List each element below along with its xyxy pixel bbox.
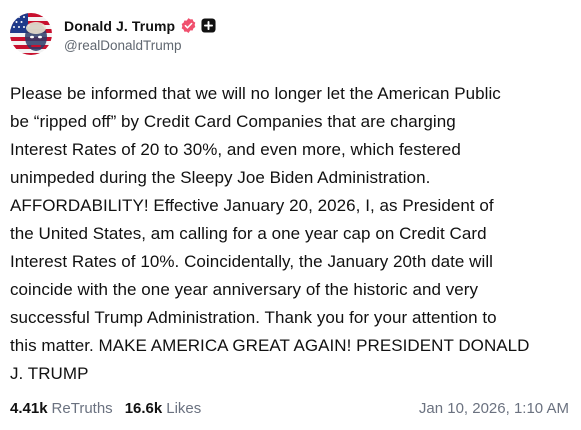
author-handle[interactable]: @realDonaldTrump xyxy=(64,38,216,53)
avatar[interactable] xyxy=(10,13,52,55)
post-header: Donald J. Trump @realDonaldTrump xyxy=(10,12,216,56)
retruths-count: 4.41k xyxy=(10,399,48,417)
retruths-label: ReTruths xyxy=(51,399,113,417)
retruths-stat[interactable]: 4.41k ReTruths xyxy=(10,400,113,417)
post-footer: 4.41k ReTruths 16.6k Likes Jan 10, 2026,… xyxy=(10,396,569,420)
name-row: Donald J. Trump xyxy=(64,16,216,36)
likes-count: 16.6k xyxy=(124,399,163,417)
likes-label: Likes xyxy=(166,399,202,417)
avatar-image xyxy=(10,13,52,55)
author-display-name[interactable]: Donald J. Trump xyxy=(64,18,175,34)
author-names: Donald J. Trump @realDonaldTrump xyxy=(64,16,216,53)
verified-badge-icon xyxy=(180,17,197,34)
post-timestamp[interactable]: Jan 10, 2026, 1:10 AM xyxy=(419,400,569,417)
post-body-text: Please be informed that we will no longe… xyxy=(10,84,530,383)
plus-square-icon xyxy=(201,18,216,33)
likes-stat[interactable]: 16.6k Likes xyxy=(125,400,202,417)
